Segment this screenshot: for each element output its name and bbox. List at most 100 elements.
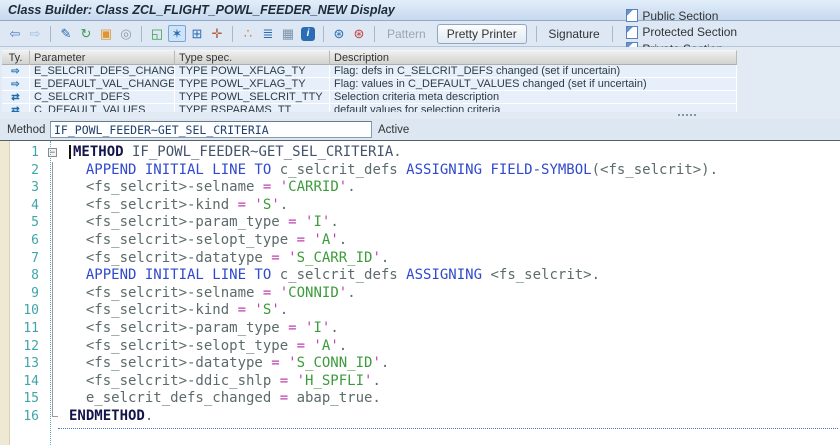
document-icon: [626, 9, 639, 23]
code-line[interactable]: 12 <fs_selcrit>-selopt_type = 'A'.: [0, 337, 840, 356]
fold-line: [52, 302, 53, 320]
section-button-public[interactable]: Public Section: [626, 9, 718, 23]
fold-column: [44, 319, 69, 338]
column-header[interactable]: Description: [330, 50, 737, 65]
line-number: 7: [31, 250, 39, 266]
code-line[interactable]: 10 <fs_selcrit>-kind = 'S'.: [0, 302, 840, 320]
table-row[interactable]: ⇨ E_DEFAULT_VAL_CHANGED TYPE POWL_XFLAG_TY…: [2, 78, 737, 91]
fold-line: [52, 390, 53, 408]
table-row[interactable]: ⇨ E_SELCRIT_DEFS_CHANGED TYPE POWL_XFLAG_T…: [2, 65, 737, 78]
line-number: 6: [31, 232, 39, 248]
column-header[interactable]: Parameter: [30, 50, 175, 65]
code-line[interactable]: 16 ENDMETHOD.: [0, 407, 840, 426]
fold-line: [52, 214, 53, 232]
fold-line: [52, 196, 53, 215]
fold-column: [44, 196, 69, 215]
fold-column: [44, 284, 69, 303]
fold-line: [52, 267, 53, 285]
class-builder-window: Class Builder: Class ZCL_FLIGHT_POWL_FEE…: [0, 0, 840, 445]
line-number: 8: [31, 268, 39, 284]
code-text: <fs_selcrit>-selname = 'CONNID'.: [69, 284, 356, 301]
description: Flag: values in C_DEFAULT_VALUES changed…: [330, 78, 737, 91]
table-row[interactable]: ⇄ C_SELCRIT_DEFS TYPE POWL_SELCRIT_TTY Sele…: [2, 91, 737, 104]
code-line[interactable]: 8 APPEND INITIAL LINE TO c_selcrit_defs …: [0, 267, 840, 285]
code-line[interactable]: 11 <fs_selcrit>-param_type = 'I'.: [0, 319, 840, 338]
separator: [323, 25, 324, 42]
code-line[interactable]: 14 <fs_selcrit>-ddic_shlp = 'H_SPFLI'.: [0, 372, 840, 391]
code-line[interactable]: 6 <fs_selcrit>-selopt_type = 'A'.: [0, 231, 840, 250]
fold-column: [44, 231, 69, 250]
fold-column: [44, 355, 69, 373]
pane-splitter[interactable]: [0, 112, 840, 119]
line-number: 14: [23, 373, 39, 389]
create-icon[interactable]: ◱: [148, 25, 166, 42]
fold-line: [52, 249, 53, 268]
line-number: 11: [23, 320, 39, 336]
fold-end: [52, 407, 58, 417]
code-line[interactable]: 7 <fs_selcrit>-datatype = 'S_CARR_ID'.: [0, 249, 840, 268]
code-editor[interactable]: 1− METHOD IF_POWL_FEEDER~GET_SEL_CRITERIA…: [0, 141, 840, 445]
fold-line: [52, 231, 53, 250]
fold-column: [44, 161, 69, 180]
table-header-row: Ty. Parameter Type spec. Description: [2, 50, 737, 65]
separator: [374, 25, 375, 42]
signature-button[interactable]: Signature: [548, 27, 599, 41]
column-header[interactable]: Type spec.: [175, 50, 330, 65]
separator: [611, 25, 613, 42]
code-line[interactable]: 2 APPEND INITIAL LINE TO c_selcrit_defs …: [0, 161, 840, 180]
separator: [232, 25, 233, 42]
section-label: Protected Section: [642, 25, 738, 40]
pattern-button: Pattern: [387, 26, 426, 41]
fold-column: [44, 179, 69, 197]
fold-line: [52, 372, 53, 391]
line-number: 1: [31, 145, 39, 160]
code-text: <fs_selcrit>-ddic_shlp = 'H_SPFLI'.: [69, 372, 381, 389]
column-header[interactable]: Ty.: [2, 50, 30, 65]
method-name-input[interactable]: [50, 121, 372, 138]
parameter-name: E_DEFAULT_VAL_CHANGED: [30, 78, 175, 91]
line-number: 2: [31, 162, 39, 178]
pretty-printer-button[interactable]: Pretty Printer: [436, 23, 527, 44]
back-icon[interactable]: ⇦: [6, 25, 24, 42]
code-line[interactable]: 3 <fs_selcrit>-selname = 'CARRID'.: [0, 179, 840, 197]
code-line[interactable]: 1− METHOD IF_POWL_FEEDER~GET_SEL_CRITERIA…: [0, 144, 840, 162]
display-change-icon[interactable]: ✎: [57, 25, 75, 42]
class-hierarchy-icon[interactable]: ∴: [239, 25, 257, 42]
fold-column: [44, 337, 69, 356]
code-text: APPEND INITIAL LINE TO c_selcrit_defs AS…: [69, 161, 719, 178]
gutter-separator: [50, 141, 51, 445]
code-line[interactable]: 15 e_selcrit_defs_changed = abap_true.: [0, 390, 840, 408]
refresh-icon[interactable]: ↻: [77, 25, 95, 42]
breakpoint-icon[interactable]: ⊛: [350, 25, 368, 42]
fold-column: [44, 249, 69, 268]
code-line[interactable]: 9 <fs_selcrit>-selname = 'CONNID'.: [0, 284, 840, 303]
code-line[interactable]: 5 <fs_selcrit>-param_type = 'I'.: [0, 214, 840, 232]
line-number: 9: [31, 285, 39, 301]
page-title: Class Builder: Class ZCL_FLIGHT_POWL_FEE…: [8, 3, 395, 17]
fold-column: [44, 267, 69, 285]
line-number: 12: [23, 338, 39, 354]
method-label: Method: [7, 123, 46, 136]
forward-icon[interactable]: ⇨: [26, 25, 44, 42]
where-used-icon[interactable]: ⊛: [330, 25, 348, 42]
toolbar-icons: ⇦ ⇨ ✎ ↻ ▣ ◎ ◱ ✶ ⊞ ✛ ∴ ≣ ▦ i ⊛ ⊛: [5, 25, 380, 42]
line-number: 16: [23, 408, 39, 424]
code-line[interactable]: 13 <fs_selcrit>-datatype = 'S_CONN_ID'.: [0, 355, 840, 373]
table-settings-icon[interactable]: ▦: [279, 25, 297, 42]
type-spec: TYPE POWL_XFLAG_TY: [175, 78, 330, 91]
test-icon[interactable]: ⊞: [188, 25, 206, 42]
navigate-icon[interactable]: ✛: [208, 25, 226, 42]
activate-icon[interactable]: ✶: [168, 25, 186, 42]
code-text: APPEND INITIAL LINE TO c_selcrit_defs AS…: [69, 267, 601, 284]
info-icon[interactable]: i: [301, 26, 315, 41]
sort-icon[interactable]: ≣: [259, 25, 277, 42]
copy-icon[interactable]: ▣: [97, 25, 115, 42]
section-label: Public Section: [642, 8, 719, 23]
section-button-protected[interactable]: Protected Section: [626, 25, 737, 39]
code-line[interactable]: 4 <fs_selcrit>-kind = 'S'.: [0, 196, 840, 215]
display-object-list-icon[interactable]: ◎: [117, 25, 135, 42]
splitter-handle[interactable]: [678, 114, 702, 117]
code-text: <fs_selcrit>-datatype = 'S_CARR_ID'.: [69, 249, 390, 266]
code-lines: 1− METHOD IF_POWL_FEEDER~GET_SEL_CRITERIA…: [0, 144, 840, 426]
separator: [535, 25, 537, 42]
